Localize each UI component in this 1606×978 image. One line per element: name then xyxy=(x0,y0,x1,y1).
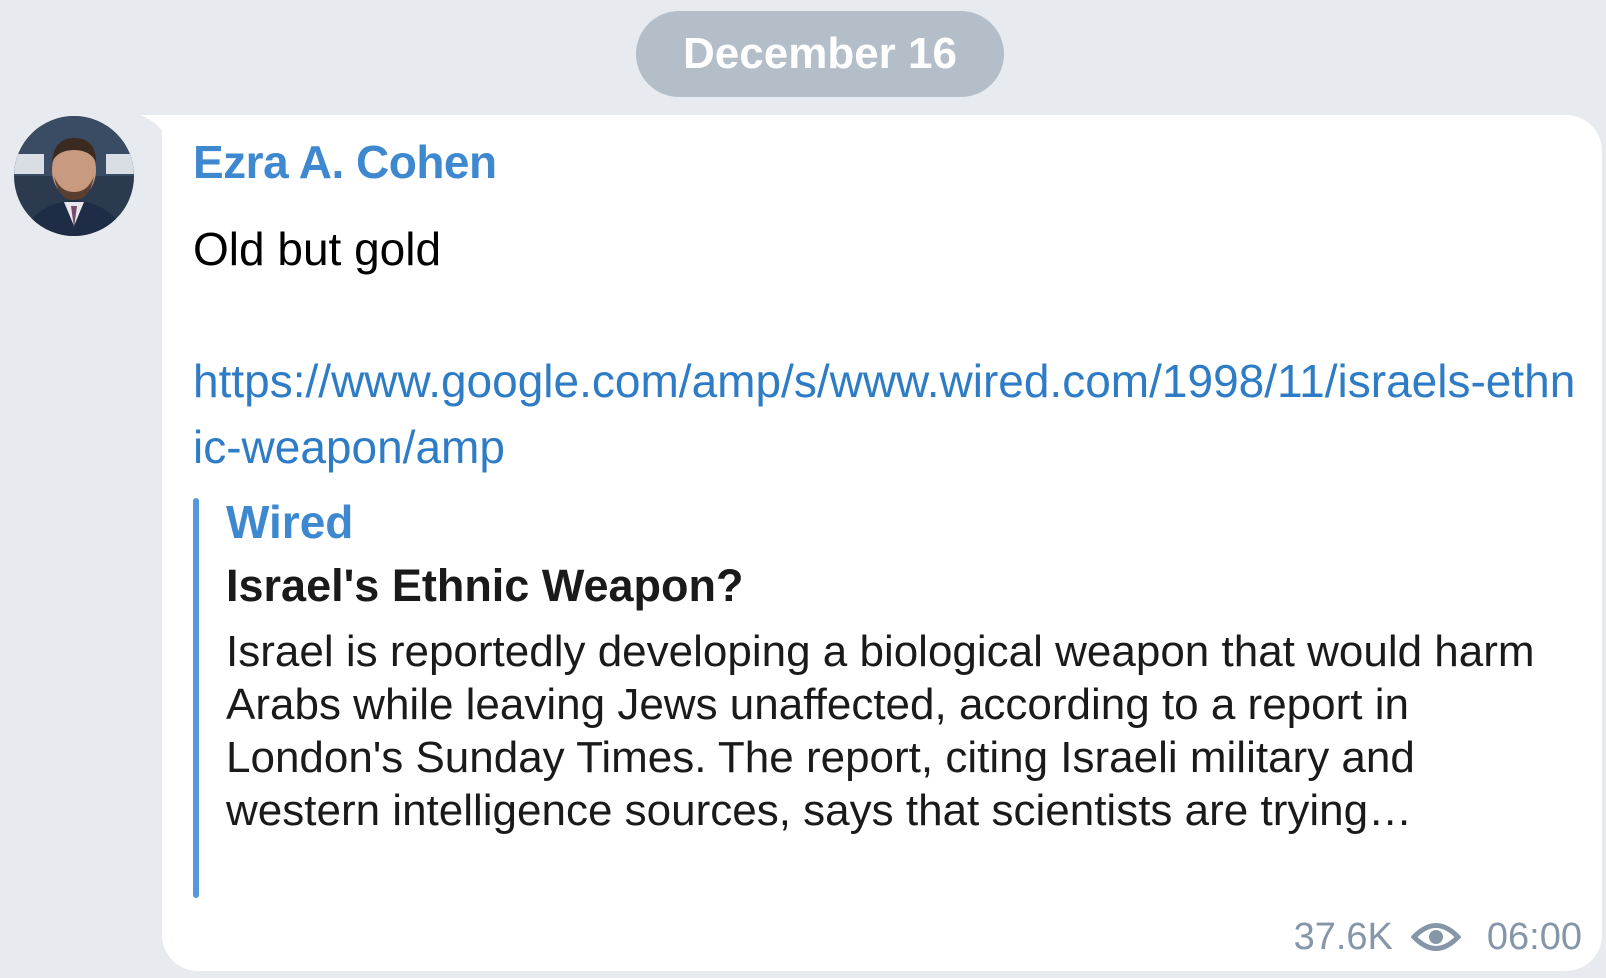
message-time: 06:00 xyxy=(1486,915,1582,958)
message-meta: 37.6K 06:00 xyxy=(1294,912,1582,962)
sender-name[interactable]: Ezra A. Cohen xyxy=(193,135,497,189)
message-link[interactable]: https://www.google.com/amp/s/www.wired.c… xyxy=(193,348,1583,480)
avatar[interactable] xyxy=(14,116,134,236)
link-preview-accent-bar xyxy=(193,498,199,898)
link-preview-description[interactable]: Israel is reportedly developing a biolog… xyxy=(226,625,1566,837)
link-preview-title[interactable]: Israel's Ethnic Weapon? xyxy=(226,560,744,612)
avatar-photo xyxy=(14,116,134,236)
message-text: Old but gold xyxy=(193,223,442,275)
view-count: 37.6K xyxy=(1293,915,1393,958)
link-preview-site-name[interactable]: Wired xyxy=(226,495,353,549)
eye-icon xyxy=(1410,923,1461,951)
date-separator: December 16 xyxy=(636,11,1004,97)
